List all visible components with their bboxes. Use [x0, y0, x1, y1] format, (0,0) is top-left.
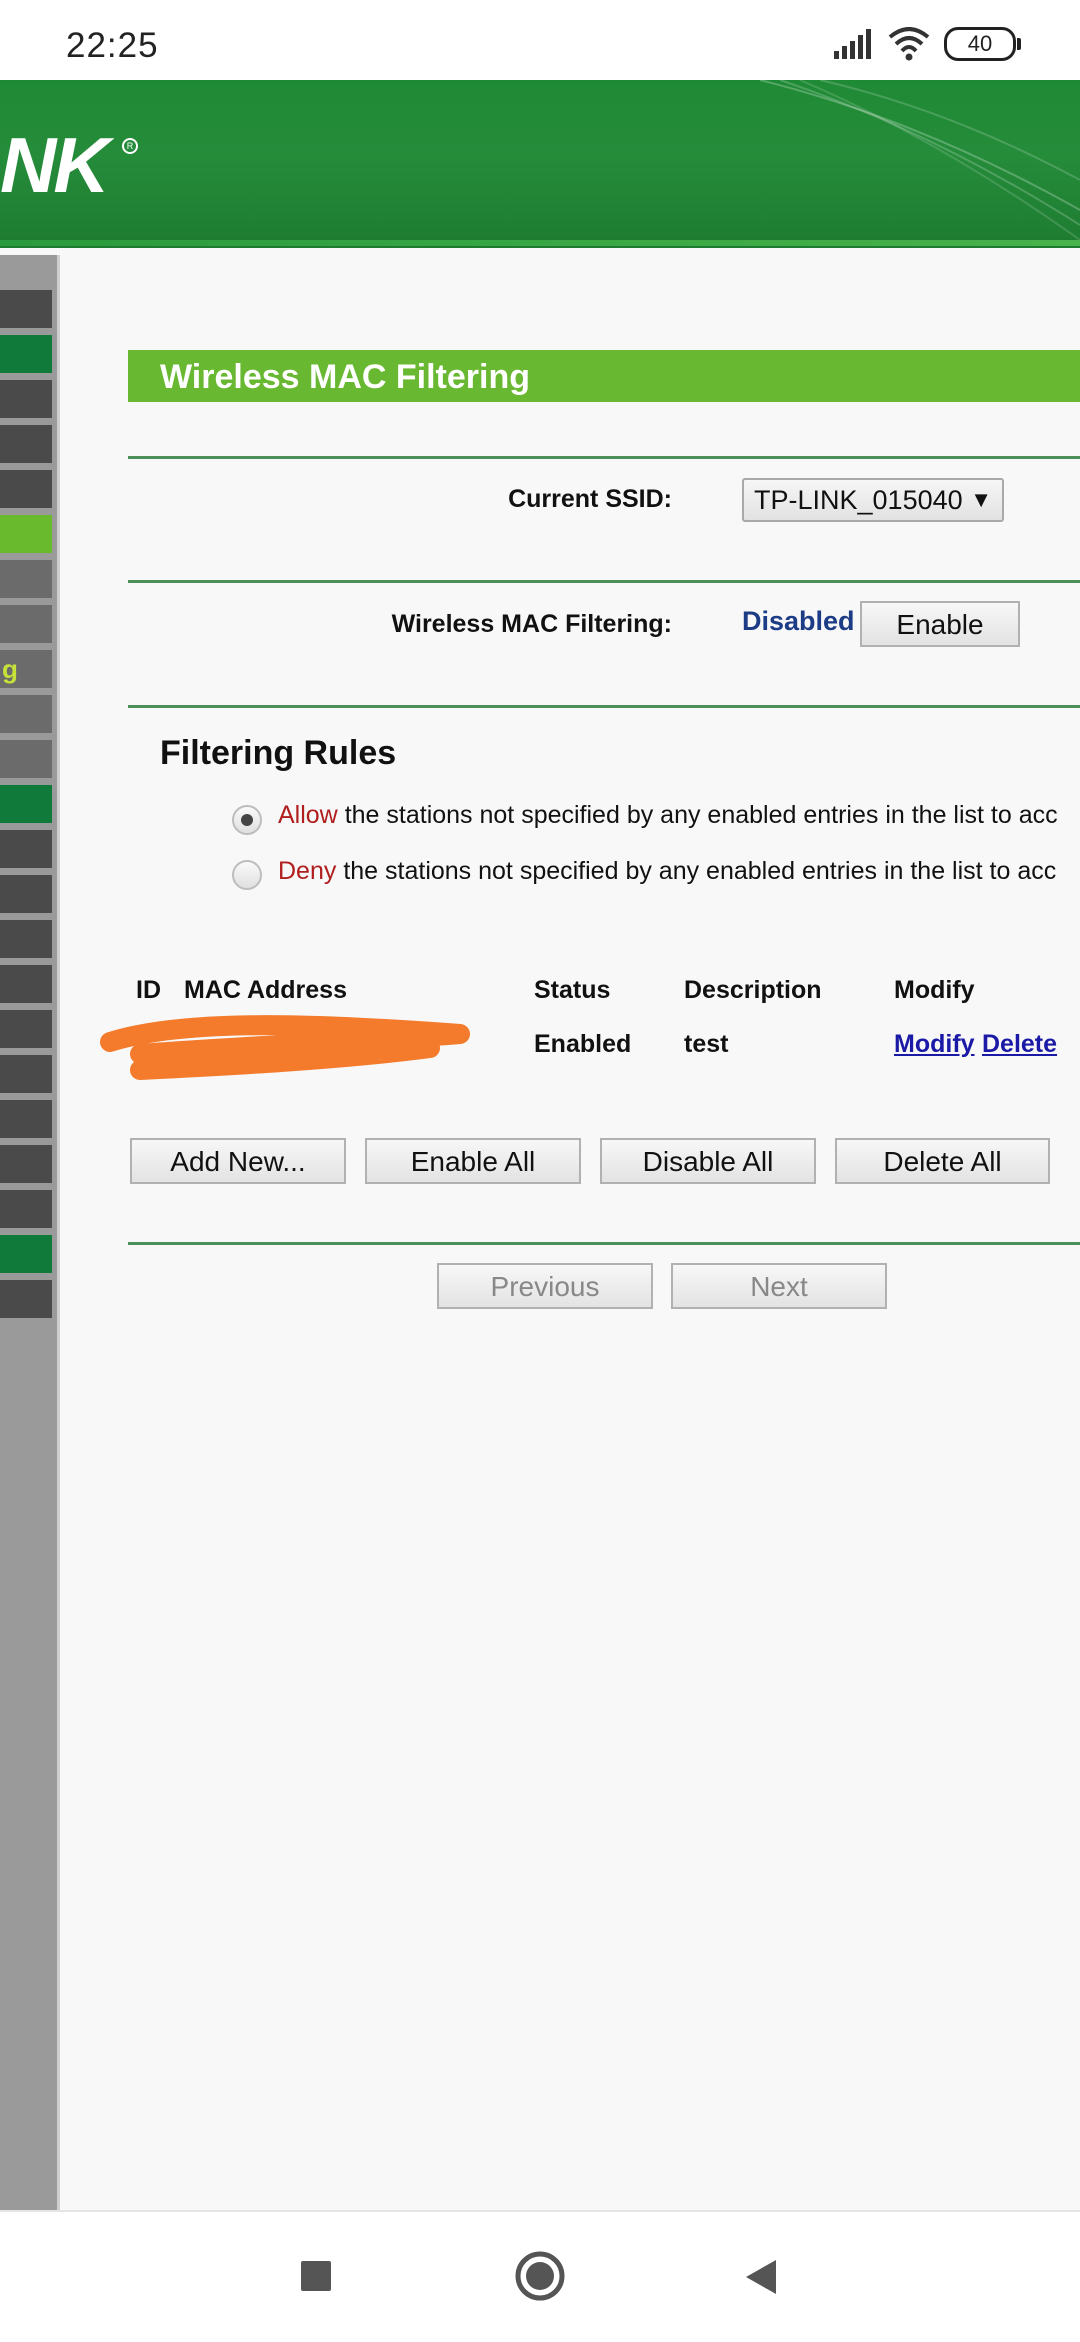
allow-rule-text: Allow the stations not specified by any …	[278, 801, 1058, 830]
ssid-select[interactable]: TP-LINK_015040 ▼	[742, 478, 1004, 522]
triangle-back-icon[interactable]	[742, 2258, 778, 2296]
sidebar-subitem[interactable]	[0, 695, 52, 733]
mac-filtering-status: Disabled	[742, 606, 855, 636]
sidebar-item[interactable]	[0, 1145, 52, 1183]
sidebar-item[interactable]	[0, 1010, 52, 1048]
sidebar-item[interactable]	[0, 1100, 52, 1138]
col-header-status: Status	[534, 976, 611, 1004]
divider	[128, 705, 1080, 708]
sidebar-item[interactable]	[0, 830, 52, 868]
filtering-rules-title: Filtering Rules	[160, 734, 397, 772]
battery-indicator: 40	[944, 27, 1021, 61]
sidebar-subitem[interactable]	[0, 740, 52, 778]
deny-keyword: Deny	[278, 857, 337, 885]
redacted-mac-scribble	[100, 1015, 470, 1080]
circle-icon[interactable]	[514, 2250, 566, 2302]
modify-entry-link[interactable]: Modify	[894, 1030, 975, 1059]
add-new-button[interactable]: Add New...	[130, 1138, 346, 1184]
sidebar-item[interactable]	[0, 965, 52, 1003]
sidebar-item[interactable]	[0, 380, 52, 418]
tplink-logo: NK	[0, 121, 110, 209]
sidebar-item[interactable]	[0, 1235, 52, 1273]
deny-rule-text: Deny the stations not specified by any e…	[278, 857, 1056, 886]
sidebar-subitem[interactable]	[0, 605, 52, 643]
status-bar: 22:25 40	[0, 0, 1080, 80]
mac-filtering-label: Wireless MAC Filtering:	[391, 610, 672, 638]
allow-rule-description: the stations not specified by any enable…	[337, 801, 1058, 829]
next-page-button[interactable]: Next	[671, 1263, 887, 1309]
allow-radio[interactable]	[232, 805, 262, 835]
header-divider	[0, 240, 1080, 246]
divider	[128, 1242, 1080, 1245]
delete-entry-link[interactable]: Delete	[982, 1030, 1057, 1059]
previous-page-button[interactable]: Previous	[437, 1263, 653, 1309]
sidebar-item-active[interactable]	[0, 515, 52, 553]
status-time: 22:25	[66, 26, 159, 65]
row-status: Enabled	[534, 1030, 632, 1058]
sidebar-menu: g	[0, 255, 57, 2210]
sidebar-item[interactable]	[0, 1190, 52, 1228]
enable-filtering-button[interactable]: Enable	[860, 601, 1020, 647]
page-title-bar: Wireless MAC Filtering	[128, 350, 1080, 402]
disable-all-button[interactable]: Disable All	[600, 1138, 816, 1184]
radio-selected-dot	[241, 814, 253, 826]
sidebar-item[interactable]	[0, 335, 52, 373]
registered-mark: R	[122, 138, 138, 154]
android-nav-bar	[0, 2210, 1080, 2342]
sidebar-item[interactable]	[0, 425, 52, 463]
col-header-id: ID	[136, 976, 161, 1004]
signal-icon	[832, 29, 874, 59]
status-icons: 40	[832, 24, 1021, 64]
wifi-icon	[888, 27, 930, 61]
delete-all-button[interactable]: Delete All	[835, 1138, 1050, 1184]
router-header	[0, 80, 1080, 248]
header-swoosh-decoration	[760, 80, 1080, 240]
sidebar-border	[57, 255, 60, 2210]
sidebar-item[interactable]	[0, 290, 52, 328]
current-ssid-label: Current SSID:	[508, 485, 672, 513]
deny-radio[interactable]	[232, 860, 262, 890]
sidebar-item[interactable]	[0, 1280, 52, 1318]
sidebar-subitem[interactable]	[0, 560, 52, 598]
row-description: test	[684, 1030, 729, 1058]
col-header-modify: Modify	[894, 976, 975, 1004]
sidebar-item[interactable]	[0, 1055, 52, 1093]
sidebar-item[interactable]	[0, 470, 52, 508]
col-header-mac: MAC Address	[184, 976, 347, 1004]
deny-rule-description: the stations not specified by any enable…	[336, 857, 1057, 885]
sidebar-subitem-selected[interactable]: g	[0, 650, 52, 688]
sidebar-item[interactable]	[0, 920, 52, 958]
allow-keyword: Allow	[278, 801, 338, 829]
dropdown-arrow-icon: ▼	[970, 487, 992, 512]
divider	[128, 456, 1080, 459]
enable-all-button[interactable]: Enable All	[365, 1138, 581, 1184]
divider	[128, 580, 1080, 583]
square-icon[interactable]	[299, 2259, 333, 2293]
sidebar-item[interactable]	[0, 875, 52, 913]
sidebar-subitem-label: g	[2, 654, 18, 684]
ssid-select-value: TP-LINK_015040	[754, 485, 963, 515]
page-title: Wireless MAC Filtering	[160, 358, 530, 396]
col-header-description: Description	[684, 976, 822, 1004]
sidebar-item[interactable]	[0, 785, 52, 823]
